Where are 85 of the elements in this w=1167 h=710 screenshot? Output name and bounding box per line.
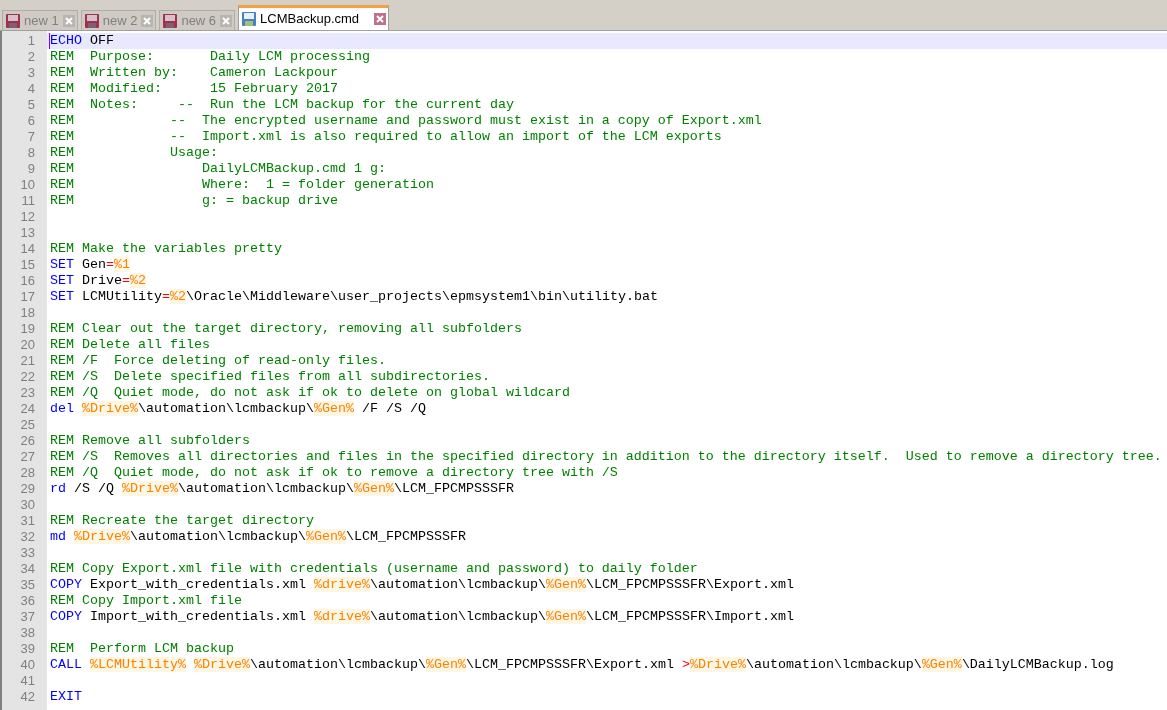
close-icon[interactable] <box>141 14 154 27</box>
code-line: md %Drive%\automation\lcmbackup\%Gen%\LCM_FPCMPSSSFR <box>50 529 466 544</box>
line-number: 5 <box>27 97 35 112</box>
line-number: 20 <box>20 337 35 352</box>
line-number: 30 <box>20 497 35 512</box>
code-line: REM Copy Import.xml file <box>50 593 242 608</box>
code-line: REM Modified: 15 February 2017 <box>50 81 338 96</box>
code-line: REM Purpose: Daily LCM processing <box>50 49 370 64</box>
line-number: 34 <box>20 561 35 576</box>
line-number: 33 <box>20 545 35 560</box>
close-icon[interactable] <box>62 14 75 27</box>
line-number: 29 <box>20 481 35 496</box>
close-icon[interactable] <box>374 13 387 25</box>
code-line: REM Perform LCM backup <box>50 641 234 656</box>
line-number: 42 <box>20 689 35 704</box>
code-line: SET Drive=%2 <box>50 273 146 288</box>
code-line: REM /S Removes all directories and files in the specified directory in addition to the directory itself. Used to remove a directory tree. <box>50 449 1162 464</box>
text-caret <box>49 33 50 49</box>
line-number: 41 <box>20 673 35 688</box>
code-line: SET Gen=%1 <box>50 257 130 272</box>
line-number: 37 <box>20 609 35 624</box>
code-line: REM /F Force deleting of read-only files. <box>50 353 386 368</box>
line-number: 16 <box>20 273 35 288</box>
code-line: rd /S /Q %Drive%\automation\lcmbackup\%Gen%\LCM_FPCMPSSSFR <box>50 481 514 496</box>
line-number: 32 <box>20 529 35 544</box>
line-number: 28 <box>20 465 35 480</box>
code-line: REM /S Delete specified files from all subdirectories. <box>50 369 490 384</box>
file-tab[interactable]: new 6 <box>159 10 236 30</box>
code-line: REM /Q Quiet mode, do not ask if ok to delete on global wildcard <box>50 385 570 400</box>
line-number: 39 <box>20 641 35 656</box>
file-tab[interactable]: LCMBackup.cmd <box>238 5 390 30</box>
line-number: 11 <box>21 193 35 208</box>
code-line: REM g: = backup drive <box>50 193 338 208</box>
line-number: 3 <box>27 65 35 80</box>
code-line: ECHO OFF <box>50 33 114 48</box>
line-number: 26 <box>20 433 35 448</box>
line-number: 1 <box>27 33 35 48</box>
code-line: CALL %LCMUtility% %Drive%\automation\lcmbackup\%Gen%\LCM_FPCMPSSSFR\Export.xml >%Drive%\automation\lcmbackup\%Gen%\DailyLCMBackup.log <box>50 657 1114 672</box>
code-line: del %Drive%\automation\lcmbackup\%Gen% /F /S /Q <box>50 401 426 416</box>
line-number: 31 <box>20 513 35 528</box>
code-line: REM Written by: Cameron Lackpour <box>50 65 338 80</box>
line-number: 7 <box>27 129 35 144</box>
line-number: 22 <box>20 369 35 384</box>
line-number: 9 <box>27 161 35 176</box>
code-line: EXIT <box>50 689 82 704</box>
line-number: 24 <box>20 401 35 416</box>
line-number: 36 <box>20 593 35 608</box>
code-line: REM Usage: <box>50 145 218 160</box>
close-icon[interactable] <box>220 14 233 27</box>
code-line: REM /Q Quiet mode, do not ask if ok to remove a directory tree with /S <box>50 465 618 480</box>
line-number: 13 <box>20 225 35 240</box>
line-number: 19 <box>20 321 35 336</box>
code-line: REM Notes: -- Run the LCM backup for the current day <box>50 97 514 112</box>
line-number: 10 <box>20 177 35 192</box>
line-number: 14 <box>20 241 35 256</box>
code-line: COPY Export_with_credentials.xml %drive%\automation\lcmbackup\%Gen%\LCM_FPCMPSSSFR\Export.xml <box>50 577 794 592</box>
line-number: 40 <box>20 657 35 672</box>
code-line: COPY Import_with_credentials.xml %drive%\automation\lcmbackup\%Gen%\LCM_FPCMPSSSFR\Import.xml <box>50 609 794 624</box>
code-line: REM Delete all files <box>50 337 210 352</box>
code-line: REM Copy Export.xml file with credentials (username and password) to daily folder <box>50 561 698 576</box>
code-line: REM -- Import.xml is also required to allow an import of the LCM exports <box>50 129 722 144</box>
line-number: 35 <box>20 577 35 592</box>
file-tab[interactable]: new 1 <box>2 10 78 30</box>
line-number: 38 <box>20 625 35 640</box>
code-line: SET LCMUtility=%2\Oracle\Middleware\user_projects\epmsystem1\bin\utility.bat <box>50 289 658 304</box>
line-number: 27 <box>20 449 35 464</box>
line-number: 4 <box>27 81 35 96</box>
line-number: 17 <box>20 289 35 304</box>
line-number: 21 <box>20 353 35 368</box>
line-number: 23 <box>20 385 35 400</box>
code-line: REM Where: 1 = folder generation <box>50 177 434 192</box>
line-number: 25 <box>20 417 35 432</box>
line-number: 6 <box>27 113 35 128</box>
code-line: REM Remove all subfolders <box>50 433 250 448</box>
line-number: 12 <box>20 209 35 224</box>
code-line: REM -- The encrypted username and password must exist in a copy of Export.xml <box>50 113 762 128</box>
line-number: 15 <box>20 257 35 272</box>
code-line: REM Recreate the target directory <box>50 513 314 528</box>
line-number: 8 <box>27 145 35 160</box>
code-line: REM Clear out the target directory, removing all subfolders <box>50 321 522 336</box>
line-number: 18 <box>20 305 35 320</box>
file-tab[interactable]: new 2 <box>80 10 157 30</box>
code-line: REM Make the variables pretty <box>50 241 282 256</box>
code-line: REM DailyLCMBackup.cmd 1 g: <box>50 161 386 176</box>
line-number: 2 <box>27 49 35 64</box>
